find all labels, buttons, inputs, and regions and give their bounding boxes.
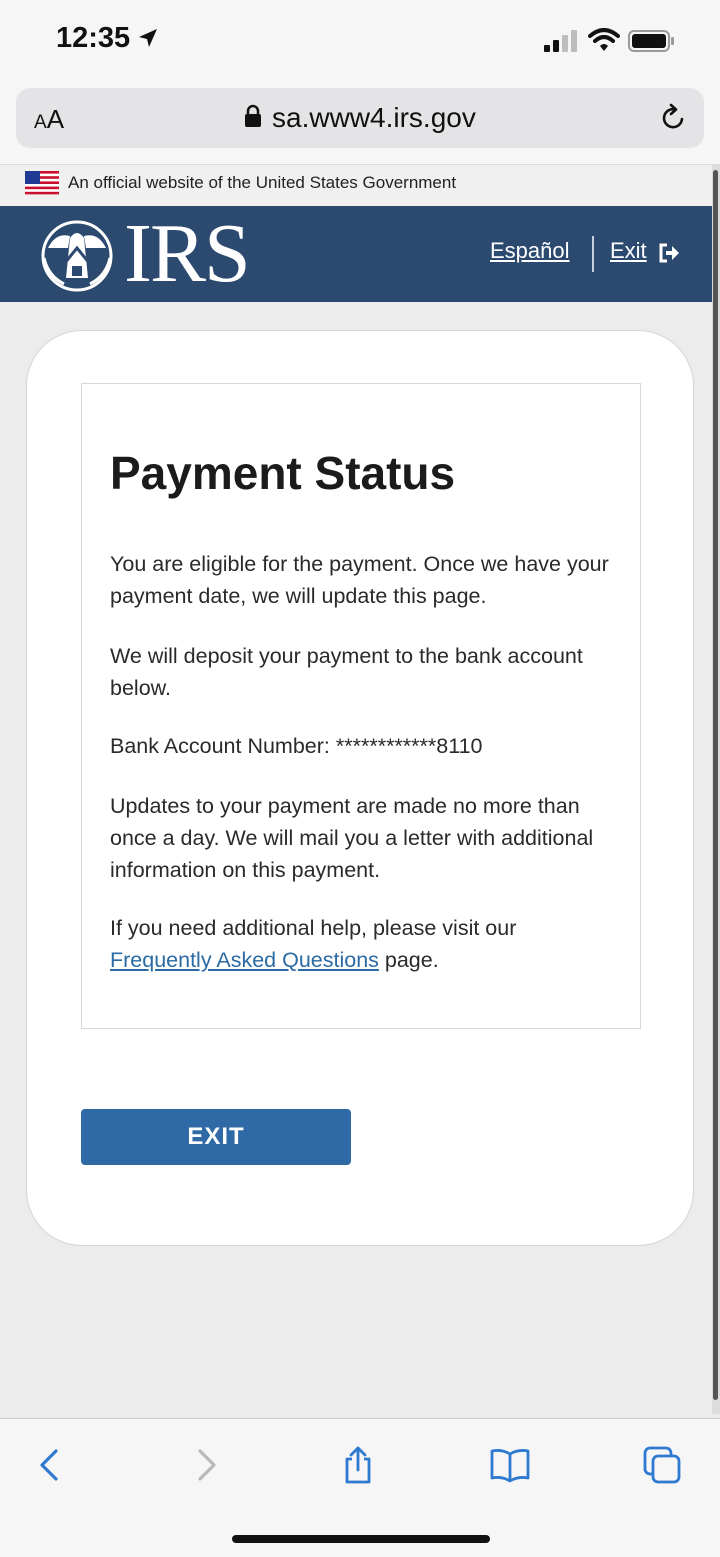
exit-arrow-icon[interactable] <box>658 243 680 263</box>
espanol-link[interactable]: Español <box>490 238 570 264</box>
us-flag-icon <box>25 171 59 195</box>
official-website-banner: An official website of the United States… <box>0 164 712 206</box>
help-text: If you need additional help, please visi… <box>110 916 517 972</box>
text-size-button[interactable]: AA <box>34 104 64 135</box>
updates-text: Updates to your payment are made no more… <box>110 794 594 882</box>
address-bar[interactable]: AA sa.www4.irs.gov <box>16 88 704 148</box>
deposit-text: We will deposit your payment to the bank… <box>110 644 583 700</box>
page-title: Payment Status <box>110 447 456 499</box>
back-chevron-icon[interactable] <box>30 1445 70 1485</box>
status-bar: 12:35 <box>0 0 720 82</box>
wifi-icon <box>588 28 620 51</box>
home-indicator <box>232 1535 490 1543</box>
tabs-icon[interactable] <box>642 1445 682 1485</box>
header-divider <box>592 236 594 272</box>
irs-logo-text[interactable]: IRS <box>124 212 251 296</box>
bank-account-number: Bank Account Number: ************8110 <box>110 734 483 758</box>
header-exit-link[interactable]: Exit <box>610 238 647 264</box>
irs-eagle-icon[interactable] <box>34 218 120 294</box>
scroll-thumb[interactable] <box>713 170 718 1400</box>
share-icon[interactable] <box>338 1445 378 1485</box>
official-website-text: An official website of the United States… <box>68 173 457 192</box>
page-scrollbar[interactable] <box>712 164 720 1414</box>
irs-header: IRS Español Exit <box>0 206 712 302</box>
lock-icon <box>245 104 261 127</box>
cellular-signal-icon <box>544 30 577 52</box>
url-text[interactable]: sa.www4.irs.gov <box>272 102 476 134</box>
battery-icon <box>628 30 674 52</box>
eligibility-text: You are eligible for the payment. Once w… <box>110 552 609 608</box>
location-arrow-icon <box>139 29 157 47</box>
safari-toolbar <box>0 1418 720 1557</box>
bookmarks-icon[interactable] <box>490 1445 530 1485</box>
main-card: Payment Status You are eligible for the … <box>26 330 694 1246</box>
forward-chevron-icon[interactable] <box>186 1445 226 1485</box>
status-time: 12:35 <box>56 22 131 54</box>
browser-chrome: AA sa.www4.irs.gov <box>0 82 720 164</box>
payment-status-panel: Payment Status You are eligible for the … <box>81 383 641 1029</box>
reload-icon[interactable] <box>658 103 688 133</box>
exit-button[interactable]: EXIT <box>81 1109 351 1165</box>
faq-link[interactable]: Frequently Asked Questions <box>110 948 379 972</box>
